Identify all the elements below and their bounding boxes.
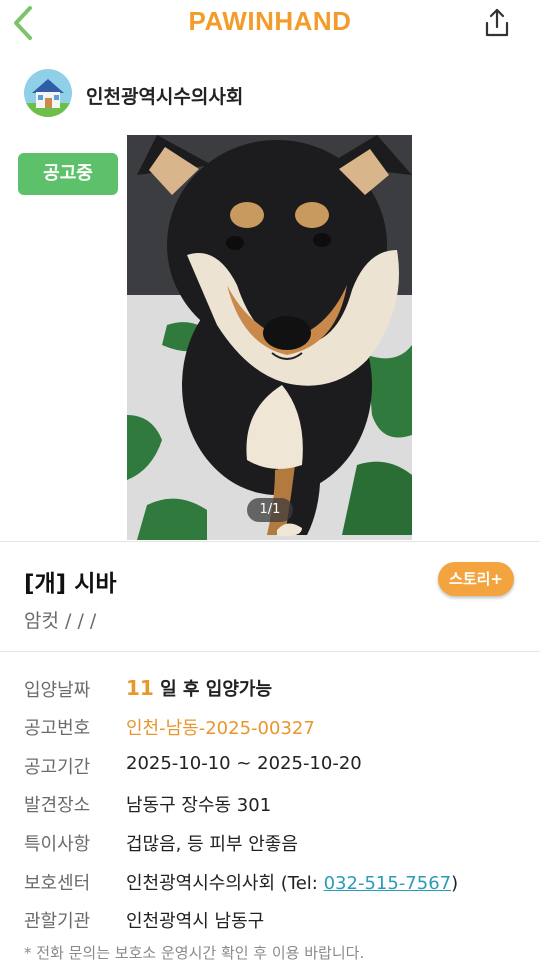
adoption-date-value: 11 일 후 입양가능 bbox=[126, 675, 272, 701]
dog-photo-illustration bbox=[127, 135, 412, 540]
status-badge: 공고중 bbox=[18, 153, 118, 195]
special-notes-value: 겁많음, 등 피부 안좋음 bbox=[126, 834, 298, 855]
special-notes-label: 특이사항 bbox=[24, 834, 91, 855]
share-icon bbox=[485, 8, 509, 37]
adoption-date-label: 입양날짜 bbox=[24, 680, 91, 701]
animal-subtitle: 암컷 / / / bbox=[24, 610, 97, 632]
divider bbox=[0, 541, 540, 542]
notice-period-label: 공고기간 bbox=[24, 757, 91, 778]
notice-period-value: 2025-10-10 ~ 2025-10-20 bbox=[126, 753, 362, 774]
notice-number-value: 인천-남동-2025-00327 bbox=[126, 718, 315, 739]
care-center-suffix: ) bbox=[451, 873, 459, 894]
share-button[interactable] bbox=[480, 6, 514, 40]
divider bbox=[0, 651, 540, 652]
care-center-label: 보호센터 bbox=[24, 873, 91, 894]
house-icon bbox=[24, 69, 72, 117]
adoption-suffix: 일 후 입양가능 bbox=[153, 679, 273, 700]
phone-link[interactable]: 032-515-7567 bbox=[324, 873, 452, 894]
notice-number-label: 공고번호 bbox=[24, 718, 91, 739]
animal-photo[interactable] bbox=[127, 135, 412, 540]
found-place-label: 발견장소 bbox=[24, 795, 91, 816]
shelter-name[interactable]: 인천광역시수의사회 bbox=[86, 82, 243, 109]
story-button[interactable]: 스토리+ bbox=[438, 562, 514, 596]
authority-label: 관할기관 bbox=[24, 911, 91, 932]
shelter-avatar bbox=[24, 69, 72, 117]
authority-value: 인천광역시 남동구 bbox=[126, 911, 265, 932]
care-center-value: 인천광역시수의사회 (Tel: 032-515-7567) bbox=[126, 869, 458, 895]
animal-title: [개] 시바 bbox=[24, 571, 117, 597]
adoption-days: 11 bbox=[126, 676, 154, 700]
photo-counter: 1/1 bbox=[247, 498, 293, 522]
found-place-value: 남동구 장수동 301 bbox=[126, 795, 272, 816]
app-logo: PAWINHAND bbox=[188, 6, 352, 36]
care-center-name: 인천광역시수의사회 (Tel: bbox=[126, 873, 324, 894]
